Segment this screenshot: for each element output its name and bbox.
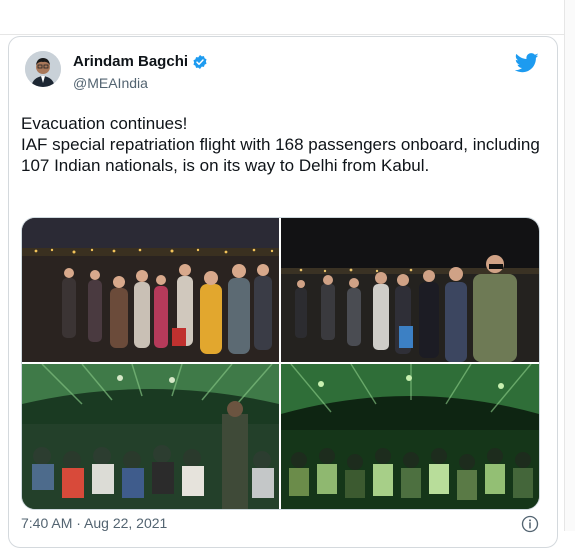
- tweet-timestamp[interactable]: 7:40 AM · Aug 22, 2021: [21, 515, 167, 531]
- tweet-card[interactable]: Arindam Bagchi @MEAIndia Evacuation cont…: [8, 36, 558, 548]
- photo-4[interactable]: [281, 364, 539, 509]
- avatar[interactable]: [25, 51, 61, 87]
- photo-2[interactable]: [281, 218, 539, 362]
- media-grid[interactable]: [21, 217, 540, 510]
- photo-1[interactable]: [22, 218, 279, 362]
- info-icon[interactable]: [521, 515, 539, 533]
- display-name[interactable]: Arindam Bagchi: [73, 53, 188, 70]
- avatar-image: [25, 51, 61, 87]
- tweet-text: Evacuation continues! IAF special repatr…: [21, 114, 540, 175]
- verified-badge-icon: [192, 54, 208, 70]
- twitter-bird-icon[interactable]: [514, 53, 539, 73]
- photo-3[interactable]: [22, 364, 279, 509]
- user-handle[interactable]: @MEAIndia: [73, 75, 148, 91]
- scrollbar[interactable]: [564, 0, 575, 531]
- browser-top-strip: [0, 0, 575, 35]
